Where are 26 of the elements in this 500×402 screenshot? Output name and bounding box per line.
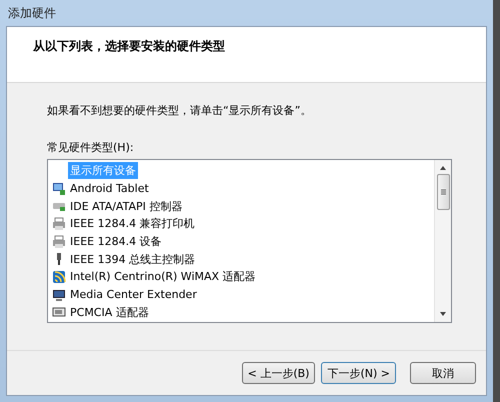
scroll-up-icon[interactable] [439, 164, 447, 172]
list-item[interactable]: PCMCIA 适配器 [68, 304, 151, 321]
list-item[interactable]: IDE ATA/ATAPI 控制器 [68, 198, 184, 215]
window-title: 添加硬件 [7, 4, 56, 22]
list-item[interactable]: Media Center Extender [68, 287, 199, 302]
scroll-down-icon[interactable] [439, 310, 447, 318]
list-item[interactable]: IEEE 1394 总线主控制器 [68, 250, 198, 268]
back-button[interactable]: < 上一步(B) [242, 362, 316, 384]
list-item[interactable]: Android Tablet [68, 181, 151, 196]
wireless-icon [52, 270, 66, 284]
card-slot-icon [52, 305, 66, 320]
printer-icon [52, 216, 66, 231]
monitor-icon [52, 182, 66, 196]
scroll-thumb[interactable] [436, 174, 450, 210]
monitor-icon [52, 288, 66, 302]
page-heading: 从以下列表，选择要安装的硬件类型 [33, 39, 225, 53]
scrollbar[interactable] [434, 160, 451, 322]
instruction-text: 如果看不到想要的硬件类型，请单击“显示所有设备”。 [47, 103, 312, 118]
printer-icon [52, 234, 66, 249]
hardware-list[interactable]: 显示所有设备 Android Tablet IDE ATA/ATAPI 控制器 IEEE 1284.4 兼容打印机 IEEE 1284.4 设备 IEEE 1394 总线主控制器 Intel(R) Centrino(R) WiMAX 适配器 Media Center Extender PCMCIA 适配器 [47, 159, 452, 323]
list-item[interactable]: IEEE 1284.4 设备 [68, 233, 164, 250]
next-button[interactable]: 下一步(N) > [321, 362, 396, 384]
list-item[interactable]: Intel(R) Centrino(R) WiMAX 适配器 [68, 268, 258, 286]
cancel-button[interactable]: 取消 [410, 362, 476, 384]
list-label: 常见硬件类型(H): [47, 140, 135, 155]
list-item[interactable]: IEEE 1284.4 兼容打印机 [68, 215, 197, 232]
